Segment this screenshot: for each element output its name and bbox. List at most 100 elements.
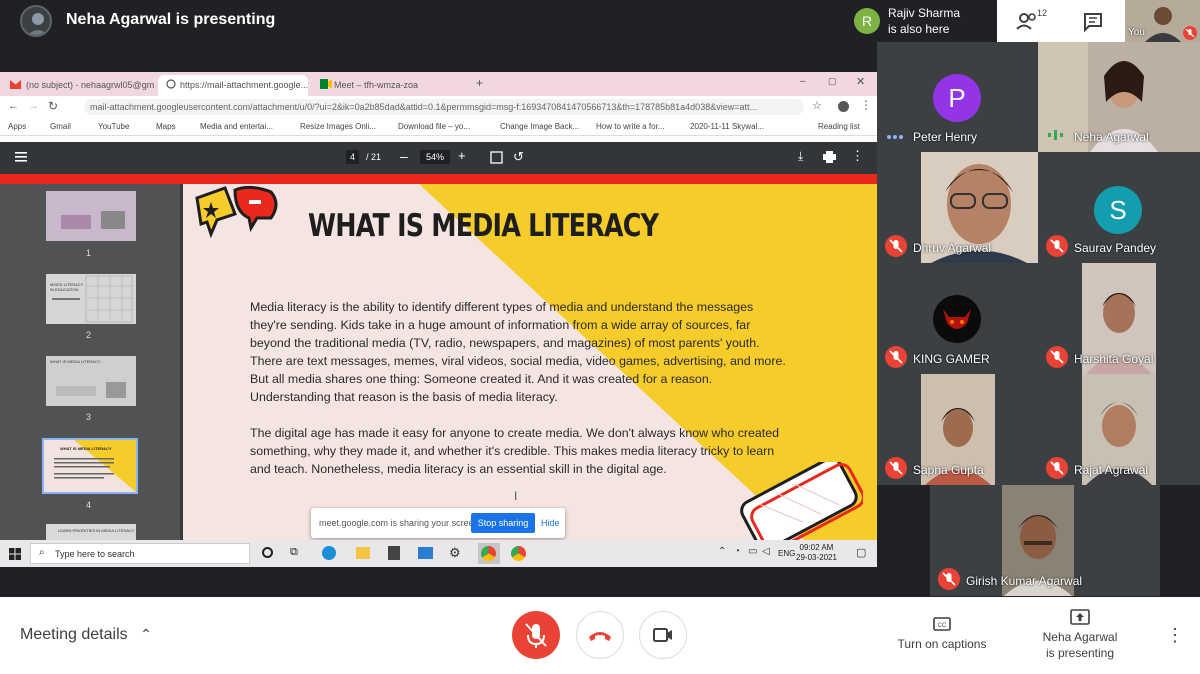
taskbar-clock[interactable]: 09:02 AM 29-03-2021 <box>796 543 837 563</box>
forward-arrow-icon[interactable]: → <box>28 100 39 112</box>
zoom-out-button[interactable]: – <box>400 148 408 164</box>
leave-call-button[interactable] <box>576 611 624 659</box>
thumbnail-page-2[interactable]: MIXED LITERACY IN EDUCATION <box>46 274 136 324</box>
participant-avatar: S <box>1094 186 1142 234</box>
mic-off-icon <box>1046 346 1068 368</box>
participant-name: KING GAMER <box>913 352 990 366</box>
bookmark-change-image[interactable]: Change Image Back... <box>500 122 579 131</box>
url-field[interactable]: mail-attachment.googleusercontent.com/at… <box>84 99 804 115</box>
fit-page-icon[interactable] <box>490 151 503 164</box>
pdf-more-icon[interactable]: ⋮ <box>851 148 864 164</box>
chat-button[interactable] <box>1083 12 1103 32</box>
top-toolbar: 12 <box>997 0 1125 42</box>
slide-paragraph-1: Media literacy is the ability to identif… <box>250 300 786 404</box>
browser-tab-strip: (no subject) - nehaagrwl05@gm https://ma… <box>0 72 877 96</box>
settings-gear-icon[interactable]: ⚙ <box>449 545 461 561</box>
thumbnail-text-3: WHAT IS MEDIA LITERACY <box>50 359 101 364</box>
bookmark-star-icon[interactable]: ☆ <box>812 99 822 112</box>
participant-tile[interactable]: Harshita Goyal <box>1038 263 1200 374</box>
maximize-window-button[interactable]: ▢ <box>828 76 837 87</box>
thumbnail-label-4: 4 <box>86 500 92 510</box>
hang-up-icon <box>589 632 611 641</box>
participant-tile[interactable]: Neha Agarwal <box>1038 42 1200 152</box>
bookmark-download[interactable]: Download file – yo... <box>398 122 470 131</box>
people-button[interactable]: 12 <box>1015 8 1047 32</box>
bookmark-skywalk[interactable]: 2020-11-11 Skywal... <box>690 122 764 131</box>
bookmark-gmail[interactable]: Gmail <box>50 122 71 131</box>
participant-tile[interactable]: Rajat Agrawal <box>1038 374 1200 485</box>
gmail-icon <box>10 80 21 89</box>
meeting-details-button[interactable]: Meeting details ⌃ <box>20 626 152 644</box>
back-arrow-icon[interactable]: ← <box>8 100 19 112</box>
participant-tile[interactable]: Dhruv Agarwal <box>877 152 1038 263</box>
participant-tile[interactable]: P Peter Henry <box>877 42 1038 152</box>
browser-tab-meet[interactable]: Meet – tfh-wmza-zoa <box>312 75 462 96</box>
browser-menu-icon[interactable]: ⋮ <box>860 98 872 112</box>
turn-on-captions-button[interactable]: CC Turn on captions <box>887 617 997 651</box>
microphone-toggle-button[interactable] <box>512 611 560 659</box>
bookmark-reading-list[interactable]: Reading list <box>818 122 860 131</box>
bookmark-media[interactable]: Media and entertai... <box>200 122 273 131</box>
hamburger-menu-icon[interactable] <box>15 152 27 162</box>
thumbnail-label-3: 3 <box>86 412 92 422</box>
bookmark-youtube[interactable]: YouTube <box>98 122 129 131</box>
thumbnail-page-1[interactable] <box>46 191 136 241</box>
reload-icon[interactable]: ↻ <box>48 99 58 113</box>
close-window-button[interactable]: ✕ <box>856 75 865 88</box>
taskbar-time: 09:02 AM <box>799 543 834 552</box>
new-tab-button[interactable]: + <box>476 76 483 90</box>
tray-language[interactable]: ENG <box>778 549 795 558</box>
tray-chevron-icon[interactable]: ⌃ <box>718 546 726 557</box>
rotate-icon[interactable]: ↺ <box>513 149 524 165</box>
chrome-icon-second[interactable] <box>511 546 526 561</box>
tray-battery-icon[interactable]: ▭ <box>748 546 757 557</box>
stop-sharing-button[interactable]: Stop sharing <box>471 513 535 533</box>
zoom-level[interactable]: 54% <box>420 150 451 164</box>
participant-tile[interactable]: Sapna Gupta <box>877 374 1038 485</box>
participant-tile[interactable]: S Saurav Pandey <box>1038 152 1200 263</box>
also-here-notice[interactable]: R Rajiv Sharma is also here <box>846 0 996 42</box>
edge-icon[interactable] <box>322 546 336 560</box>
page-number-input[interactable]: 4 <box>346 150 360 164</box>
bookmark-resize[interactable]: Resize Images Onli... <box>300 122 376 131</box>
mail-app-icon[interactable] <box>418 547 433 559</box>
top-bar: Neha Agarwal is presenting R Rajiv Sharm… <box>0 0 1200 42</box>
bookmark-how-to[interactable]: How to write a for... <box>596 122 664 131</box>
bookmark-apps[interactable]: Apps <box>8 122 26 131</box>
notification-icon[interactable]: ▢ <box>856 546 866 559</box>
taskbar-search-box[interactable]: Type here to search ⌕ <box>30 543 250 564</box>
hide-sharing-bar-link[interactable]: Hide <box>541 518 560 528</box>
pdf-toolbar: 4 / 21 – 54% + ↺ ⤓ ⋮ <box>0 142 877 174</box>
self-label: You <box>1128 27 1145 38</box>
cortana-icon[interactable] <box>262 547 273 558</box>
print-icon[interactable] <box>823 151 836 163</box>
thumbnail-page-3[interactable]: WHAT IS MEDIA LITERACY <box>46 356 136 406</box>
chrome-icon[interactable] <box>481 546 496 561</box>
browser-tab-gmail[interactable]: (no subject) - nehaagrwl05@gm <box>4 75 154 96</box>
download-icon[interactable]: ⤓ <box>798 149 803 164</box>
camera-toggle-button[interactable] <box>639 611 687 659</box>
browser-tab-attachment[interactable]: https://mail-attachment.google... <box>158 75 308 96</box>
task-view-icon[interactable]: ⧉ <box>290 546 298 559</box>
address-bar-row: ← → ↻ mail-attachment.googleusercontent.… <box>0 96 877 118</box>
thumbnail-page-4-selected[interactable]: WHAT IS MEDIA LITERACY <box>42 438 138 494</box>
store-icon[interactable] <box>388 546 400 560</box>
phone-illustration <box>740 462 863 542</box>
presenting-status-button[interactable]: Neha Agarwal is presenting <box>1025 609 1135 661</box>
participant-tile[interactable]: Girish Kumar Agarwal <box>930 485 1160 596</box>
file-explorer-icon[interactable] <box>356 547 370 559</box>
participant-tile[interactable]: KING GAMER <box>877 263 1038 374</box>
mic-off-icon <box>1046 457 1068 479</box>
more-options-icon[interactable]: ⋮ <box>1166 625 1184 646</box>
tray-volume-icon[interactable]: ◁ <box>762 546 770 557</box>
participant-name: Peter Henry <box>913 130 978 144</box>
bookmark-maps[interactable]: Maps <box>156 122 176 131</box>
also-here-name: Rajiv Sharma <box>888 6 961 20</box>
profile-icon[interactable] <box>838 101 849 112</box>
windows-start-icon[interactable] <box>9 548 21 560</box>
tray-network-icon[interactable]: ◔ <box>734 546 740 557</box>
zoom-in-button[interactable]: + <box>458 148 466 163</box>
minimize-window-button[interactable]: – <box>800 76 806 87</box>
thumbnail-text-2: MIXED LITERACY IN EDUCATION <box>50 282 84 292</box>
gamer-avatar <box>933 295 981 343</box>
